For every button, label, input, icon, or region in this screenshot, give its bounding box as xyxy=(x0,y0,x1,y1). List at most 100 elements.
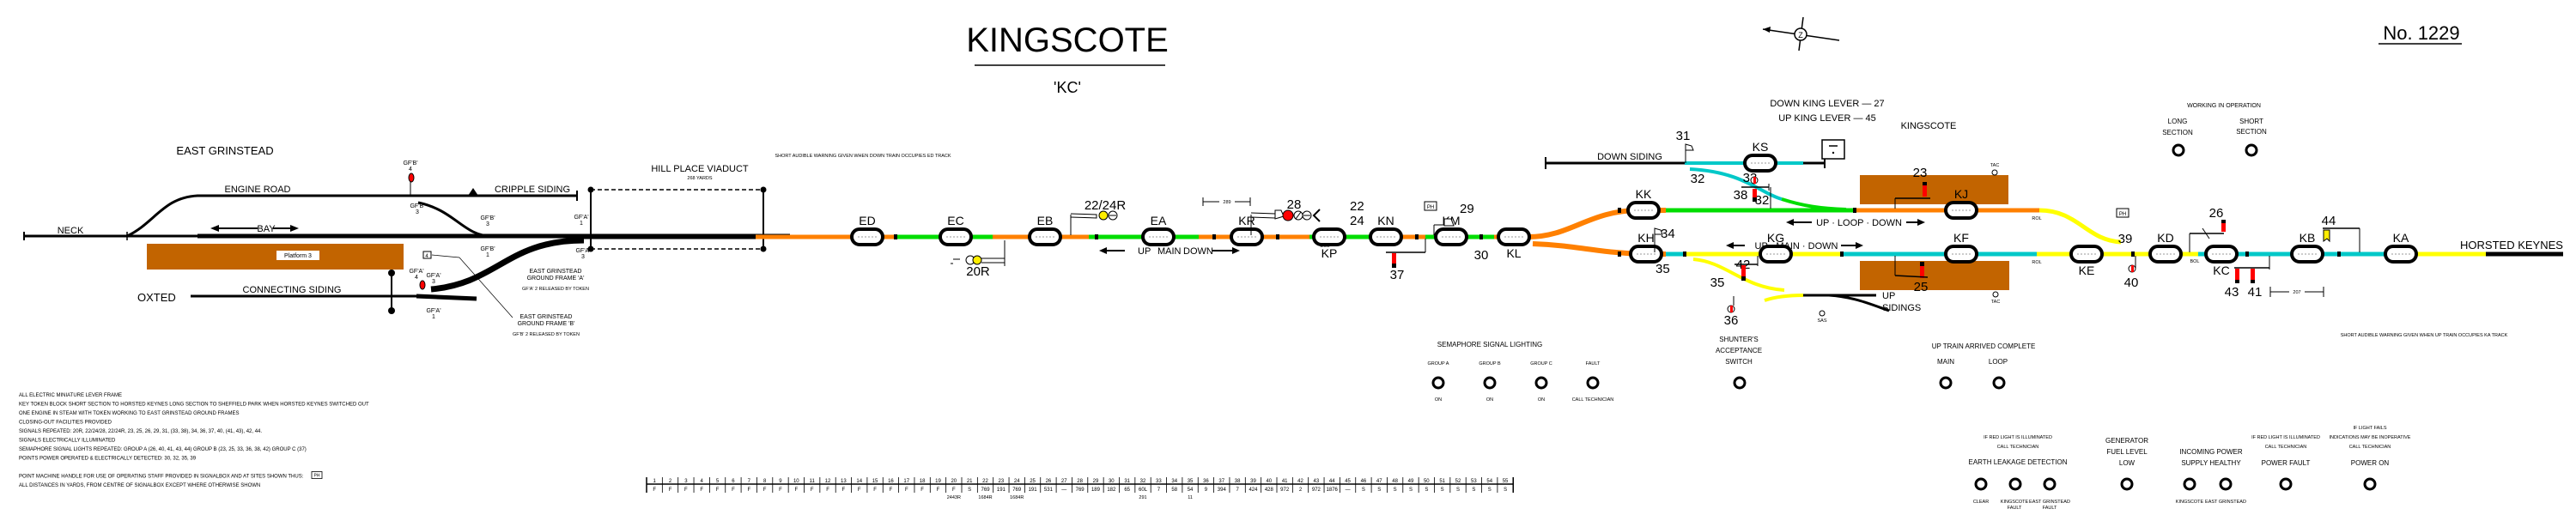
cripple-siding-label: CRIPPLE SIDING xyxy=(495,185,570,195)
svg-text:IF LIGHT FAILS: IF LIGHT FAILS xyxy=(2353,426,2386,431)
shunters-acceptance-switch[interactable] xyxy=(1733,376,1747,390)
svg-text:KINGSCOTE: KINGSCOTE xyxy=(2176,500,2204,505)
lever-number: 4 xyxy=(701,479,704,484)
lever-number: 25 xyxy=(1030,479,1036,484)
ground-signal-36 xyxy=(1727,296,1735,313)
rol-label-2: ROL xyxy=(2032,260,2041,265)
signal-40-label: 40 xyxy=(2124,276,2139,290)
lever-number: 1 xyxy=(653,479,657,484)
down-king-lever: DOWN KING LEVER — 27 xyxy=(1770,99,1884,109)
lever-value: F xyxy=(653,488,656,493)
lever-value: F xyxy=(826,488,829,493)
svg-text:POWER FAULT: POWER FAULT xyxy=(2262,459,2311,467)
up-king-lever: UP KING LEVER — 45 xyxy=(1778,113,1876,124)
signal-30-label: 30 xyxy=(1474,248,1489,263)
lever-value: F xyxy=(811,488,814,493)
svg-text:UP · LOOP · DOWN: UP · LOOP · DOWN xyxy=(1816,218,1902,228)
svg-text:1: 1 xyxy=(486,252,489,258)
incoming-power-kingscote-lamp xyxy=(2183,477,2196,491)
down-siding-label: DOWN SIDING xyxy=(1597,152,1662,162)
lever-number: 9 xyxy=(779,479,782,484)
track-circuit-kb: KB xyxy=(2290,231,2324,264)
svg-text:SHORT: SHORT xyxy=(2239,118,2263,125)
svg-text:4: 4 xyxy=(409,167,412,173)
lever-number: 49 xyxy=(1408,479,1414,484)
lever-number: 55 xyxy=(1503,479,1509,484)
lever-value: F xyxy=(700,488,703,493)
lever-number: 26 xyxy=(1046,479,1052,484)
lever-number: 10 xyxy=(793,479,799,484)
lever-number: 24 xyxy=(1014,479,1020,484)
svg-text:INDICATIONS MAY BE INOPERATIVE: INDICATIONS MAY BE INOPERATIVE xyxy=(2330,435,2411,440)
track-circuit-label: KB xyxy=(2300,231,2316,245)
lever-number: 23 xyxy=(999,479,1005,484)
lever-value: 182 xyxy=(1107,488,1116,493)
svg-text:207: 207 xyxy=(2293,290,2300,295)
track-circuit-label: EA xyxy=(1151,214,1167,227)
down-warning-note: SHORT AUDIBLE WARNING GIVEN WHEN DOWN TR… xyxy=(775,154,951,159)
svg-text:CALL TECHNICIAN: CALL TECHNICIAN xyxy=(1572,397,1614,403)
svg-text:EARTH LEAKAGE DETECTION: EARTH LEAKAGE DETECTION xyxy=(1969,458,2068,466)
track-circuit-label: ED xyxy=(859,214,875,227)
svg-text:ON: ON xyxy=(1486,397,1493,403)
lever-value: F xyxy=(747,488,750,493)
bay-label: BAY xyxy=(257,224,276,234)
lever-number: 11 xyxy=(810,479,816,484)
svg-text:WORKING IN OPERATION: WORKING IN OPERATION xyxy=(2187,103,2261,109)
lever-number: 31 xyxy=(1124,479,1130,484)
east-grinstead-label: EAST GRINSTEAD xyxy=(176,144,273,157)
general-note-line: SIGNALS ELECTRICALLY ILLUMINATED xyxy=(19,439,116,444)
track-circuit-label: KJ xyxy=(1954,187,1968,201)
track-circuit-km: KM xyxy=(1434,214,1468,246)
lever-value: 769 xyxy=(1012,488,1022,493)
lever-number: 41 xyxy=(1282,479,1288,484)
svg-text:4: 4 xyxy=(415,275,418,281)
lever-number: 51 xyxy=(1439,479,1445,484)
long-section-lamp xyxy=(2172,143,2185,157)
lever-value: F xyxy=(716,488,720,493)
track-circuit-ea: EA xyxy=(1141,214,1176,246)
lever-number: 45 xyxy=(1345,479,1351,484)
signal-41-label: 41 xyxy=(2248,285,2263,300)
track-circuit-ks: KS xyxy=(1743,140,1777,173)
track-circuit-kl: KL xyxy=(1497,227,1531,260)
lever-value: 58 xyxy=(1171,488,1177,493)
signal-35a-label: 35 xyxy=(1656,262,1670,276)
lever-number: 36 xyxy=(1203,479,1209,484)
svg-text:GF'A': GF'A' xyxy=(426,273,440,279)
track-circuit-label: KE xyxy=(2079,264,2095,277)
general-note-line: CLOSING-OUT FACILITIES PROVIDED xyxy=(19,421,112,426)
svg-text:MAIN: MAIN xyxy=(1157,246,1182,257)
svg-text:POWER ON: POWER ON xyxy=(2351,459,2390,467)
svg-text:GF'A': GF'A' xyxy=(426,308,440,314)
svg-text:LONG: LONG xyxy=(2168,118,2188,125)
semaphore-signals-43-41 xyxy=(2234,256,2270,283)
earth-leakage-panel: IF RED LIGHT IS ILLUMINATED CALL TECHNIC… xyxy=(1969,435,2070,511)
lever-number: 16 xyxy=(888,479,894,484)
lever-value: F xyxy=(952,488,956,493)
track-circuit-label: KS xyxy=(1753,140,1769,154)
lever-value: S xyxy=(1409,488,1413,493)
lever-value: F xyxy=(779,488,782,493)
earth-leakage-clear-lamp xyxy=(1974,477,1988,491)
short-section-lamp xyxy=(2245,143,2258,157)
signal-32a-label: 32 xyxy=(1691,172,1705,186)
svg-text:ON: ON xyxy=(1538,397,1545,403)
svg-text:LOOP: LOOP xyxy=(1989,358,2008,366)
svg-text:GROUP C: GROUP C xyxy=(1530,361,1552,367)
ground-signal-gfb4 xyxy=(408,173,415,196)
track-circuit-kr: KR xyxy=(1230,214,1264,246)
lever-value: F xyxy=(763,488,767,493)
platform-3-label: Platform 3 xyxy=(284,253,312,259)
lever-value: — xyxy=(1346,488,1351,493)
lever-extra: 291 xyxy=(1139,495,1146,500)
lever-number: 37 xyxy=(1218,479,1224,484)
engine-road-label: ENGINE ROAD xyxy=(224,185,290,195)
lever-value: 9 xyxy=(1205,488,1208,493)
north-arrow-icon: Z xyxy=(1762,16,1840,52)
signal-29-label: 29 xyxy=(1460,202,1474,216)
oxted-label: OXTED xyxy=(137,291,176,304)
track-circuit-label: KH xyxy=(1637,231,1654,245)
lever-number: 15 xyxy=(872,479,878,484)
svg-text:GF'B': GF'B' xyxy=(480,215,495,221)
